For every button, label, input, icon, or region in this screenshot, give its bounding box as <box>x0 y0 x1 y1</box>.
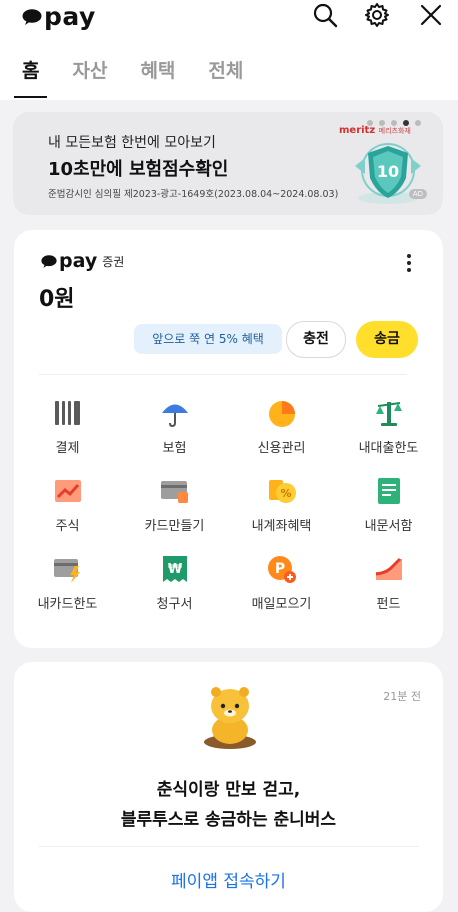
stock-chart-icon <box>54 480 81 502</box>
svg-text:P: P <box>274 561 284 577</box>
logo-text: pay <box>44 2 96 31</box>
menu-item-label: 카드만들기 <box>144 519 205 534</box>
menu-item-payment[interactable]: 결제 <box>14 390 121 456</box>
menu-item-fund[interactable]: 펀드 <box>335 546 442 612</box>
menu-item-label: 주식 <box>55 519 80 534</box>
open-pay-app-link[interactable]: 페이앱 접속하기 <box>14 867 443 892</box>
percent-coin-icon: % <box>268 480 296 503</box>
menu-item-bills[interactable]: ₩ 청구서 <box>121 546 228 612</box>
menu-item-loan-limit[interactable]: 내대출한도 <box>335 390 442 456</box>
tab-assets[interactable]: 자산 <box>64 58 115 96</box>
menu-item-label: 펀드 <box>376 597 401 612</box>
pager-dot[interactable] <box>415 120 421 126</box>
feed-message-line2: 블루투스로 송금하는 춘니버스 <box>120 810 337 830</box>
tab-home[interactable]: 홈 <box>14 58 48 98</box>
svg-text:%: % <box>280 487 291 500</box>
pager-dot[interactable] <box>379 120 385 126</box>
menu-item-card-limit[interactable]: 내카드한도 <box>14 546 121 612</box>
credit-gauge-icon <box>268 401 295 427</box>
menu-item-label: 매일모으기 <box>251 597 312 612</box>
speech-bubble-icon <box>22 8 42 25</box>
meritz-logo: meritz 메리츠화재 <box>339 125 411 136</box>
scale-icon <box>375 402 402 426</box>
banner-title: 10초만에 보험점수확인 <box>48 159 229 180</box>
speech-bubble-icon <box>41 254 57 268</box>
menu-item-label: 청구서 <box>156 597 193 612</box>
banner-line1: 내 모든보험 한번에 모아보기 <box>48 135 216 151</box>
ad-banner[interactable]: 내 모든보험 한번에 모아보기 10초만에 보험점수확인 준법감시인 심의필 제… <box>13 112 443 215</box>
ad-badge: AD <box>408 189 427 199</box>
menu-item-label: 결제 <box>55 441 80 456</box>
promo-badge[interactable]: 앞으로 쭉 연 5% 혜택 <box>134 324 282 354</box>
menu-item-daily-savings[interactable]: P 매일모으기 <box>228 546 335 612</box>
choonsik-character-icon <box>204 687 256 749</box>
divider <box>39 846 419 847</box>
menu-item-insurance[interactable]: 보험 <box>121 390 228 456</box>
main-tabs: 홈 자산 혜택 전체 <box>14 58 268 98</box>
menu-item-label: 내계좌혜택 <box>251 519 312 534</box>
svg-text:₩: ₩ <box>167 562 182 577</box>
menu-item-documents[interactable]: 내문서함 <box>335 468 442 534</box>
point-plus-icon: P <box>267 556 296 583</box>
won-bill-icon: ₩ <box>162 556 187 582</box>
tab-all[interactable]: 전체 <box>200 58 251 96</box>
banner-pager <box>361 120 421 126</box>
card-lightning-icon <box>53 559 80 583</box>
more-vertical-icon[interactable] <box>401 252 417 274</box>
top-bar: pay 홈 자산 혜택 전체 <box>0 0 458 100</box>
menu-item-account-benefits[interactable]: % 내계좌혜택 <box>228 468 335 534</box>
menu-item-label: 보험 <box>162 441 187 456</box>
send-button[interactable]: 송금 <box>356 321 418 358</box>
menu-item-make-card[interactable]: 카드만들기 <box>121 468 228 534</box>
fund-chart-icon <box>375 557 402 580</box>
tab-benefits[interactable]: 혜택 <box>132 58 183 96</box>
shield-number: 10 <box>377 162 399 181</box>
card-icon <box>160 481 188 503</box>
menu-item-label: 내대출한도 <box>358 441 419 456</box>
feed-card[interactable]: 21분 전 춘식이랑 만보 걷고, 블루투스로 송금하는 춘니버스 페이앱 접속… <box>14 662 443 912</box>
account-balance[interactable]: 0원 <box>39 281 75 313</box>
search-icon[interactable] <box>312 2 338 28</box>
menu-item-label: 신용관리 <box>257 441 306 456</box>
gear-icon[interactable] <box>364 2 390 28</box>
document-icon <box>377 478 400 504</box>
pay-logo-text: pay <box>59 250 98 272</box>
pager-dot-active[interactable] <box>403 120 409 126</box>
feed-timestamp: 21분 전 <box>383 690 421 703</box>
umbrella-icon <box>161 404 188 428</box>
kakaopay-logo[interactable]: pay <box>22 2 96 31</box>
barcode-icon <box>54 401 80 425</box>
menu-item-credit[interactable]: 신용관리 <box>228 390 335 456</box>
menu-item-label: 내문서함 <box>364 519 413 534</box>
pager-dot[interactable] <box>391 120 397 126</box>
feed-message-line1: 춘식이랑 만보 걷고, <box>156 780 301 800</box>
pager-dot[interactable] <box>367 120 373 126</box>
securities-label: 증권 <box>102 254 125 269</box>
divider <box>39 374 407 375</box>
close-icon[interactable] <box>418 2 444 28</box>
charge-button[interactable]: 충전 <box>286 321 346 358</box>
menu-item-stocks[interactable]: 주식 <box>14 468 121 534</box>
banner-disclaimer: 준법감시인 심의필 제2023-광고-1649호(2023.08.04~2024… <box>48 189 339 200</box>
menu-item-label: 내카드한도 <box>37 597 98 612</box>
pay-securities-logo[interactable]: pay 증권 <box>41 250 124 272</box>
pay-account-card: pay 증권 0원 앞으로 쭉 연 5% 혜택 충전 송금 결제 보험 신용관리… <box>14 230 443 648</box>
